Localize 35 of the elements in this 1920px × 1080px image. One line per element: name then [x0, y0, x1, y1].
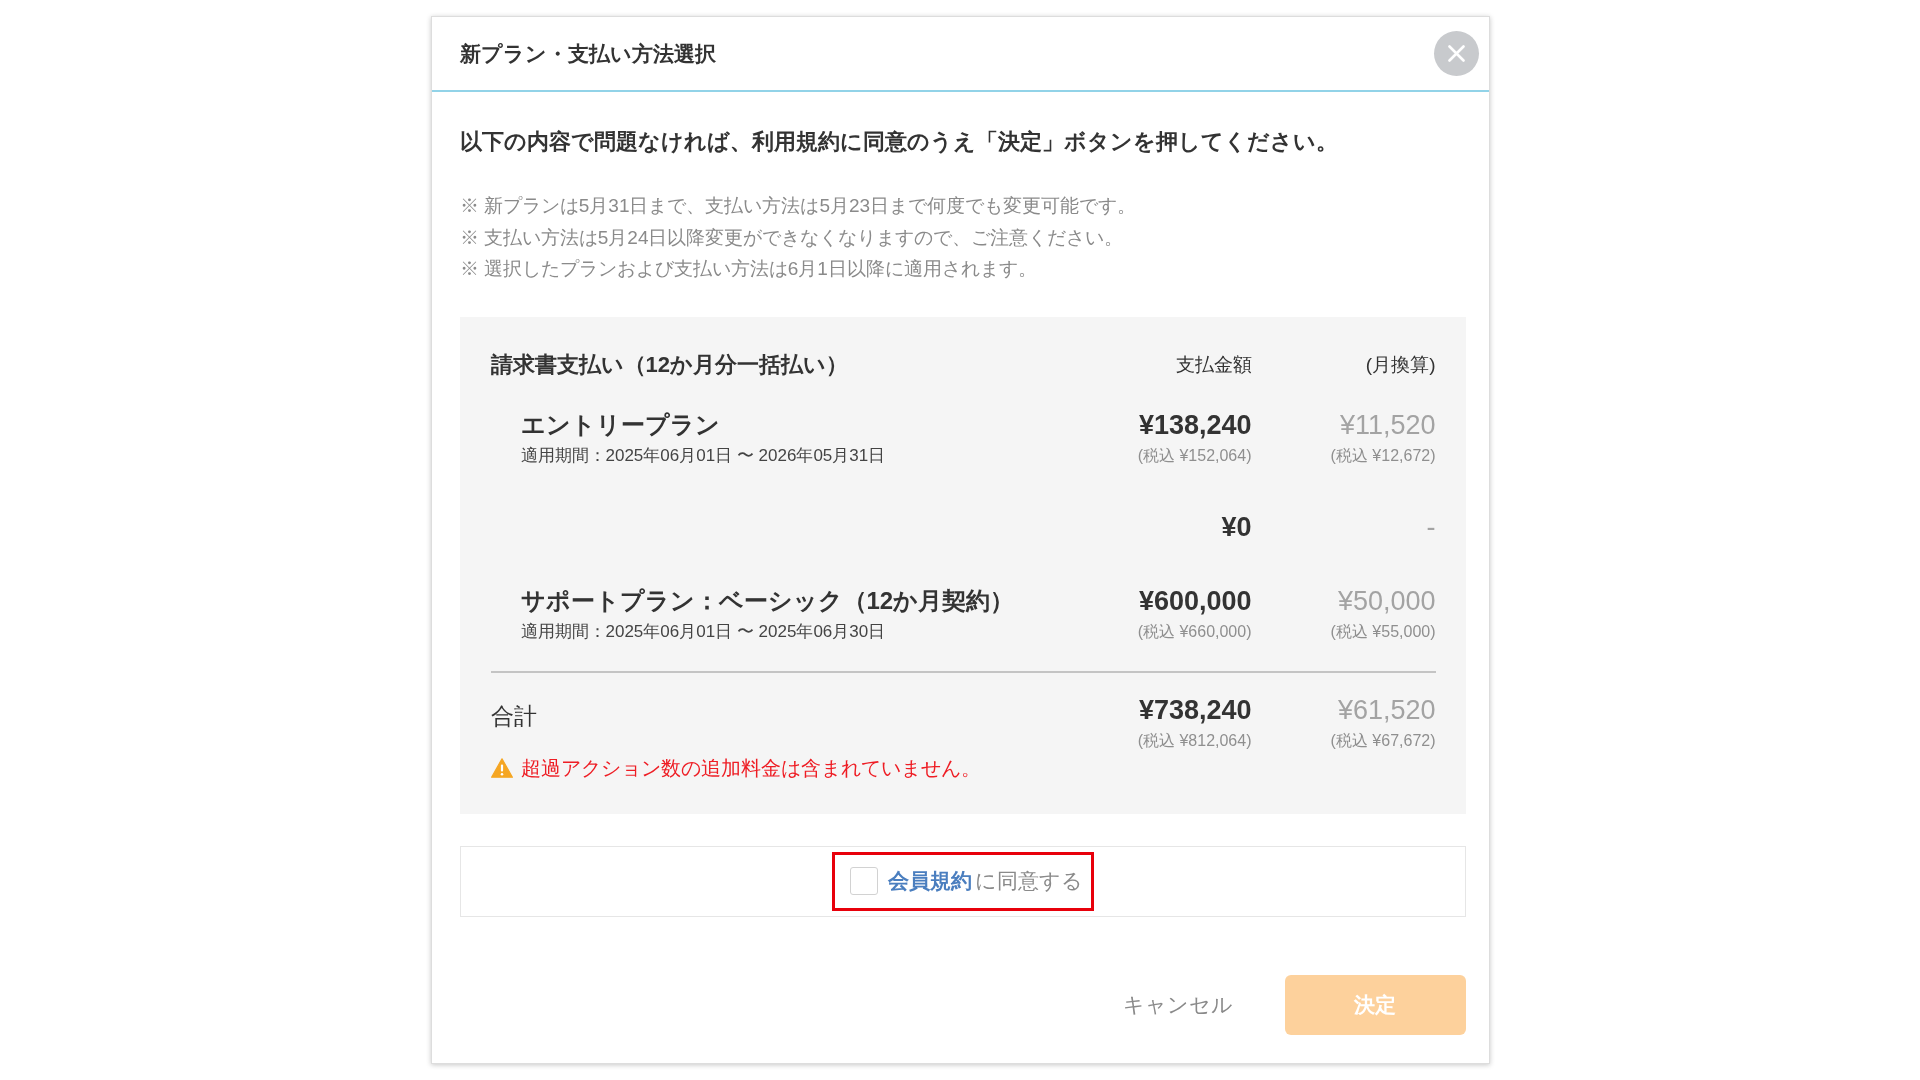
dialog-title: 新プラン・支払い方法選択: [459, 40, 716, 67]
tax-included-text: (税込 ¥812,064): [1137, 730, 1252, 751]
tax-included-text: (税込 ¥55,000): [1330, 621, 1436, 642]
amount-text: ¥738,240: [1138, 693, 1252, 727]
amount-text: ¥0: [1221, 510, 1252, 544]
plan-period: 適用期間：2025年06月01日 〜 2025年06月30日: [520, 620, 886, 643]
summary-title: 請求書支払い（12か月分一括払い）: [490, 350, 848, 379]
plan-period: 適用期間：2025年06月01日 〜 2026年05月31日: [520, 444, 886, 467]
close-icon: [1447, 45, 1465, 62]
column-header: (月換算): [1365, 352, 1436, 377]
monthly-amount-text: ¥11,520: [1339, 408, 1436, 442]
tax-included-text: (税込 ¥67,672): [1330, 730, 1436, 751]
note-text: ※ 支払い方法は5月24日以降変更ができなくなりますので、ご注意ください。: [459, 225, 1124, 250]
terms-link[interactable]: 会員規約: [887, 866, 972, 896]
monthly-amount-text: -: [1426, 510, 1436, 544]
agreement-label: に同意する: [974, 868, 1083, 894]
plan-name: サポートプラン：ベーシック（12か月契約）: [520, 585, 1015, 616]
total-label: 合計: [490, 701, 537, 731]
cancel-button[interactable]: キャンセル: [1104, 975, 1251, 1035]
instruction-text: 以下の内容で問題なければ、利用規約に同意のうえ「決定」ボタンを押してください。: [459, 128, 1339, 156]
monthly-amount-text: ¥61,520: [1337, 693, 1436, 727]
tax-included-text: (税込 ¥152,064): [1137, 445, 1252, 466]
note-text: ※ 選択したプランおよび支払い方法は6月1日以降に適用されます。: [459, 257, 1037, 281]
monthly-amount-text: ¥50,000: [1337, 584, 1436, 618]
tax-included-text: (税込 ¥12,672): [1330, 445, 1436, 466]
note-text: ※ 新プランは5月31日まで、支払い方法は5月23日まで何度でも変更可能です。: [459, 194, 1137, 218]
close-button[interactable]: [1433, 31, 1479, 76]
amount-text: ¥600,000: [1138, 584, 1252, 618]
agree-checkbox[interactable]: [849, 867, 878, 895]
plan-name: エントリープラン: [520, 409, 720, 440]
tax-included-text: (税込 ¥660,000): [1137, 621, 1252, 642]
warning-text: 超過アクション数の追加料金は含まれていません。: [520, 755, 981, 781]
column-header: 支払金額: [1175, 352, 1252, 377]
warning-icon: [490, 757, 513, 778]
amount-text: ¥138,240: [1138, 408, 1252, 442]
